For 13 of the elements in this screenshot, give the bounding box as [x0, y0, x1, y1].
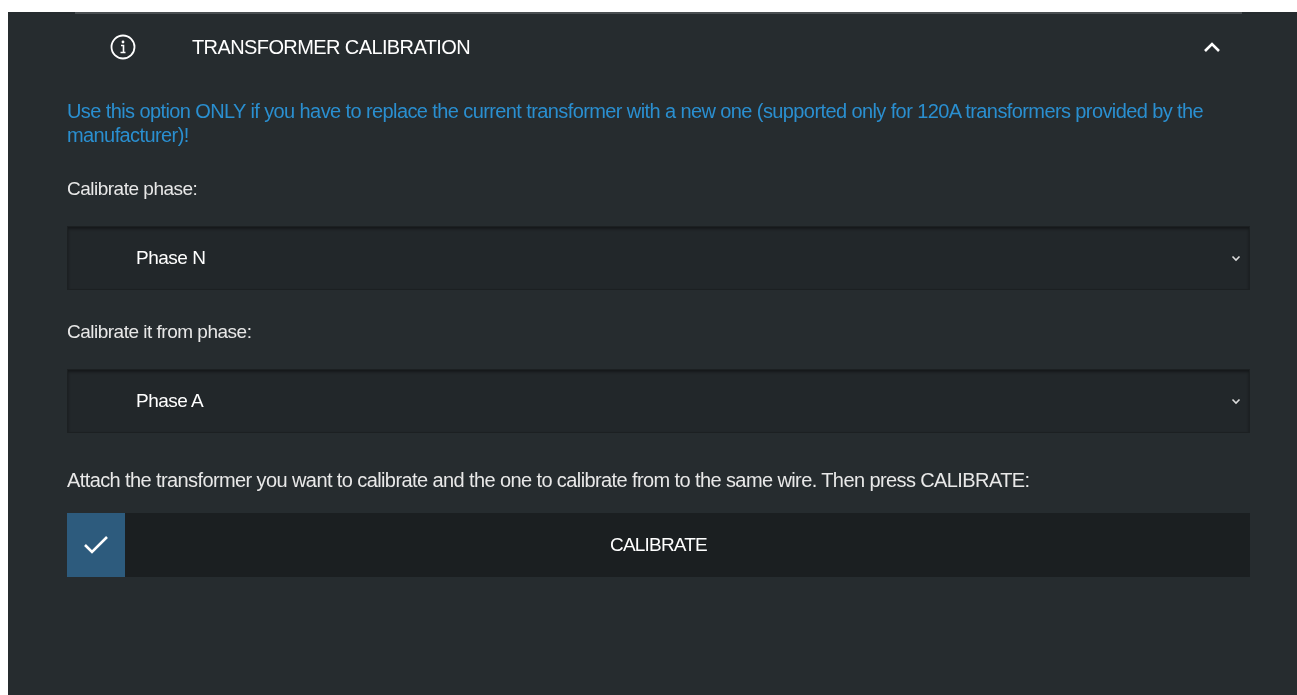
section-title: TRANSFORMER CALIBRATION	[192, 35, 472, 60]
field-label: Calibrate phase:	[67, 177, 199, 199]
field-label: Calibrate it from phase:	[67, 320, 253, 342]
notice-text: Use this option ONLY if you have to replace the current transformer with a new one (supported only for 120A transformers provided by the manufacturer)!	[67, 99, 1205, 147]
calibrate-button[interactable]: CALIBRATE	[67, 513, 1250, 577]
section-header[interactable]: TRANSFORMER CALIBRATION	[8, 12, 1297, 82]
check-icon	[67, 513, 125, 577]
instruction-text: Attach the transformer you want to calibrate and the one to calibrate from to the same wire. Then press CALIBRATE:	[67, 469, 1031, 492]
phase-dropdown[interactable]: Phase N	[67, 226, 1250, 290]
chevron-down-icon	[1231, 254, 1241, 262]
chevron-down-icon	[1231, 397, 1241, 405]
info-icon	[110, 34, 136, 60]
phase-dropdown[interactable]: Phase A	[67, 369, 1250, 433]
